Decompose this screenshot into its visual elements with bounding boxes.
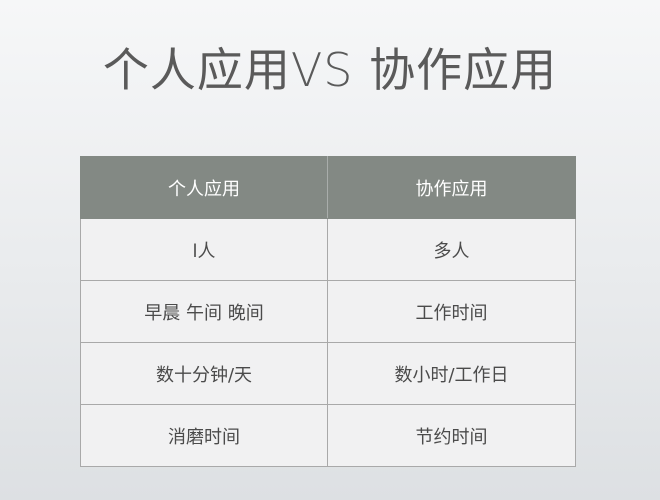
table-cell: 节约时间 (327, 404, 576, 467)
table-row: l人 多人 (80, 218, 576, 281)
header-personal-apps: 个人应用 (80, 156, 328, 219)
table-cell: 工作时间 (327, 280, 576, 343)
table-cell: l人 (80, 218, 328, 281)
table-row: 早晨 午间 晚间 工作时间 (80, 280, 576, 343)
table-cell: 早晨 午间 晚间 (80, 280, 328, 343)
header-collaborative-apps: 协作应用 (327, 156, 576, 219)
slide-title: 个人应用VS 协作应用 (102, 43, 558, 97)
table-row: 数十分钟/天 数小时/工作日 (80, 342, 576, 405)
table-row: 消磨时间 节约时间 (80, 404, 576, 467)
table-cell: 数小时/工作日 (327, 342, 576, 405)
table-header-row: 个人应用 协作应用 (80, 156, 576, 219)
table-cell: 消磨时间 (80, 404, 328, 467)
comparison-table: 个人应用 协作应用 l人 多人 早晨 午间 晚间 工作时间 数十分钟/天 数小时… (80, 156, 576, 467)
table-cell: 数十分钟/天 (80, 342, 328, 405)
table-cell: 多人 (327, 218, 576, 281)
